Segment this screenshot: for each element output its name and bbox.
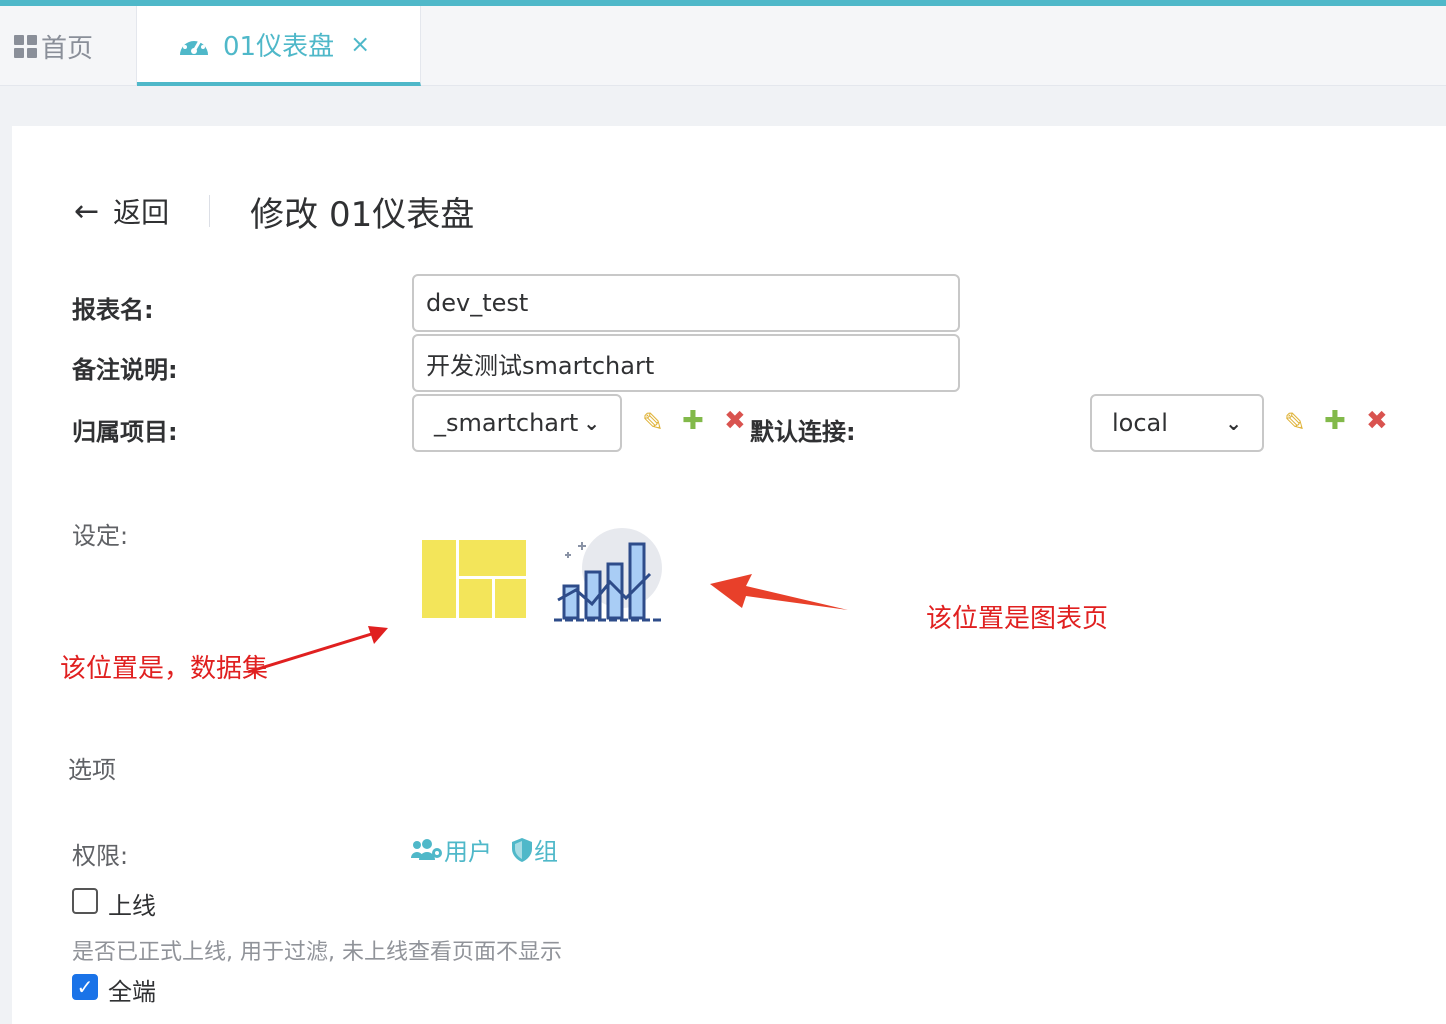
chart-annotation-text: 该位置是图表页 bbox=[926, 604, 1109, 634]
online-checkbox[interactable] bbox=[72, 888, 98, 914]
shield-icon bbox=[512, 837, 532, 862]
annotation-arrows bbox=[247, 574, 848, 674]
tab-bar: 首页 01仪表盘 × bbox=[0, 6, 1446, 86]
dataset-annotation-text: 该位置是，数据集 bbox=[60, 654, 269, 684]
tab-close-icon[interactable]: × bbox=[350, 30, 370, 58]
dataset-arrow-head bbox=[368, 626, 388, 644]
online-label: 上线 bbox=[108, 892, 156, 920]
tab-home[interactable]: 首页 bbox=[0, 6, 137, 86]
chart-annotation-arrow bbox=[710, 574, 848, 610]
tab-dashboard[interactable]: 01仪表盘 × bbox=[137, 6, 421, 86]
all-end-checkbox[interactable]: ✓ bbox=[72, 974, 98, 1000]
permission-label: 权限: bbox=[72, 842, 129, 870]
dashboard-gauge-icon bbox=[180, 34, 208, 55]
users-icon bbox=[411, 838, 442, 860]
permission-group-link[interactable]: 组 bbox=[510, 832, 558, 867]
edit-card: ← 返回 修改 01仪表盘 报表名: dev_test 备注说明: 开发测试sm… bbox=[12, 126, 1446, 1024]
permission-user-label: 用户 bbox=[444, 838, 492, 866]
tab-dashboard-label: 01仪表盘 bbox=[223, 31, 335, 62]
permission-group-label: 组 bbox=[534, 838, 558, 866]
options-label: 选项 bbox=[68, 756, 116, 784]
all-end-label: 全端 bbox=[108, 978, 156, 1006]
tab-home-label: 首页 bbox=[41, 33, 94, 64]
grid-icon bbox=[14, 34, 37, 58]
permission-user-link[interactable]: 用户 bbox=[410, 832, 492, 867]
online-hint: 是否已正式上线, 用于过滤, 未上线查看页面不显示 bbox=[72, 940, 562, 965]
